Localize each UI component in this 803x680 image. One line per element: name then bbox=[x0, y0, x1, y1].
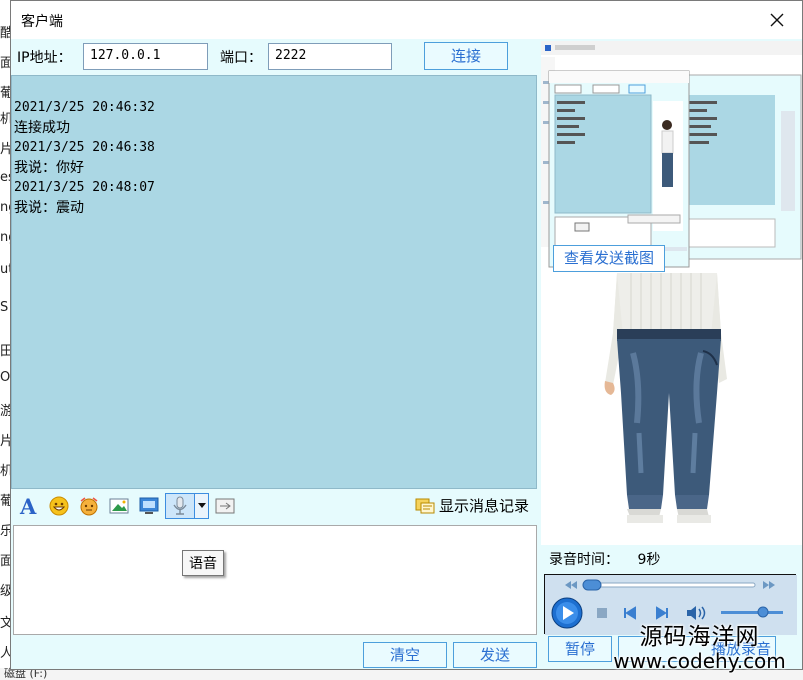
stop-icon[interactable] bbox=[597, 608, 607, 618]
play-icon[interactable] bbox=[551, 597, 583, 629]
message-input[interactable]: 语音 bbox=[13, 525, 537, 635]
screen-share-icon bbox=[215, 498, 235, 514]
watermark-line2: www.codehy.com bbox=[613, 649, 786, 673]
image-button[interactable] bbox=[107, 494, 131, 518]
shake-icon bbox=[80, 497, 98, 516]
emoji-icon bbox=[49, 496, 69, 516]
port-label: 端口： bbox=[220, 50, 262, 66]
message-timestamp: 2021/3/25 20:48:07 bbox=[14, 180, 155, 195]
show-history-button[interactable]: 显示消息记录 bbox=[415, 495, 529, 516]
person-image bbox=[541, 273, 802, 545]
person-photo bbox=[541, 273, 802, 545]
close-button[interactable] bbox=[766, 9, 788, 31]
microphone-icon bbox=[173, 496, 187, 515]
voice-button[interactable] bbox=[165, 493, 195, 519]
screenshot-button[interactable] bbox=[137, 494, 161, 518]
send-button[interactable]: 发送 bbox=[453, 642, 537, 668]
history-icon bbox=[415, 498, 435, 513]
screenshot-icon bbox=[139, 497, 159, 514]
dropdown-arrow-icon bbox=[197, 503, 206, 508]
watermark-line1: 源码海洋网 bbox=[639, 624, 760, 650]
screen-share-button[interactable] bbox=[213, 494, 237, 518]
chat-log: 2021/3/25 20:46:32 连接成功 2021/3/25 20:46:38… bbox=[11, 75, 537, 489]
seek-slider[interactable] bbox=[582, 579, 602, 591]
ip-input[interactable]: 127.0.0.1 bbox=[83, 43, 208, 70]
message-text: 连接成功 bbox=[14, 120, 70, 136]
record-time: 录音时间： 9秒 bbox=[549, 549, 660, 569]
image-icon bbox=[109, 498, 129, 514]
connect-button[interactable]: 连接 bbox=[424, 42, 508, 70]
screenshot-thumbnail-image bbox=[541, 41, 802, 273]
client-area: IP地址： 127.0.0.1 端口： 2222 连接 2021/3/25 20… bbox=[11, 39, 802, 669]
client-window: 客户端 IP地址： 127.0.0.1 端口： 2222 连接 2021/3/2… bbox=[10, 0, 803, 670]
show-history-label: 显示消息记录 bbox=[438, 497, 529, 515]
title-bar: 客户端 bbox=[11, 1, 802, 39]
view-screenshot-button[interactable]: 查看发送截图 bbox=[553, 245, 665, 272]
shake-button[interactable] bbox=[77, 494, 101, 518]
desktop: 酷面葡机片esngngutS田O游片机葡乐面级文件人 磁盘 (F:) 客户端 I… bbox=[0, 0, 803, 680]
message-text: 我说：震动 bbox=[14, 200, 84, 216]
voice-tooltip: 语音 bbox=[182, 550, 224, 576]
port-input[interactable]: 2222 bbox=[268, 43, 392, 70]
emoji-button[interactable] bbox=[47, 494, 71, 518]
message-text: 我说：你好 bbox=[14, 160, 84, 176]
window-title: 客户端 bbox=[21, 14, 63, 30]
screenshot-preview: 查看发送截图 bbox=[541, 41, 802, 273]
close-icon bbox=[770, 13, 784, 27]
ip-label: IP地址： bbox=[17, 50, 72, 66]
svg-text:A: A bbox=[19, 495, 37, 517]
font-icon: A bbox=[19, 495, 37, 517]
voice-dropdown-button[interactable] bbox=[195, 493, 209, 519]
font-button[interactable]: A bbox=[17, 494, 41, 518]
record-time-value: 9秒 bbox=[637, 552, 661, 568]
message-timestamp: 2021/3/25 20:46:32 bbox=[14, 100, 155, 115]
chat-toolbar: A 显示消息记录 bbox=[11, 489, 537, 523]
watermark: 源码海洋网 www.codehy.com bbox=[598, 624, 801, 672]
volume-slider[interactable] bbox=[757, 606, 769, 618]
record-time-label: 录音时间： bbox=[549, 552, 619, 568]
clear-button[interactable]: 清空 bbox=[363, 642, 447, 668]
message-timestamp: 2021/3/25 20:46:38 bbox=[14, 140, 155, 155]
